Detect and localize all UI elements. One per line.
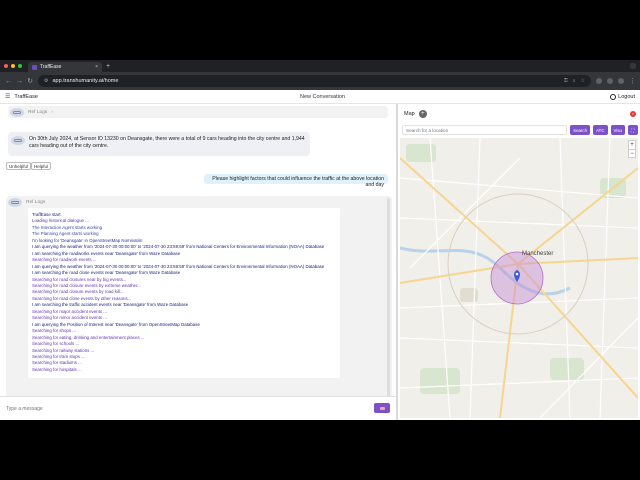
bot-message-text: On 30th July 2024, at Sensor ID 13230 on…	[29, 136, 305, 149]
logout-button[interactable]: Logout	[610, 93, 635, 100]
map-view[interactable]: Manchester + −	[400, 138, 638, 418]
add-layer-icon[interactable]: +	[418, 110, 427, 118]
ref-logs-panel: Ref Logs TraffEase start Loading historic…	[6, 196, 392, 420]
unhelpful-button[interactable]: Unhelpful	[6, 162, 32, 170]
extensions-puzzle-icon[interactable]	[607, 78, 613, 84]
location-search-input[interactable]	[402, 125, 568, 135]
close-window-icon[interactable]	[4, 64, 8, 68]
maximize-window-icon[interactable]	[18, 64, 22, 68]
ref-logs-label: Ref Logs	[26, 200, 46, 205]
menu-icon[interactable]: ☰	[5, 93, 10, 100]
map-title: Map	[404, 111, 415, 117]
bot-avatar-icon	[10, 107, 24, 117]
address-bar-actions: ⚿ ⌕ ☆	[564, 78, 585, 84]
send-button[interactable]	[374, 403, 390, 413]
tab-search-icon[interactable]	[630, 63, 636, 69]
tab-close-icon[interactable]: ×	[95, 64, 98, 70]
logout-icon	[610, 93, 617, 100]
back-icon[interactable]: ←	[5, 78, 12, 85]
ref-logs-header[interactable]: Ref Logs	[8, 198, 45, 207]
map-search-row: Search ATC Visu ⛶	[402, 124, 638, 136]
chevron-right-icon: ›	[51, 109, 53, 115]
map-pane: Map + × Search ATC Visu ⛶	[398, 104, 640, 420]
zoom-out-button[interactable]: −	[629, 149, 635, 157]
fullscreen-icon[interactable]: ⛶	[628, 125, 638, 135]
conversation-title: New Conversation	[300, 93, 345, 100]
search-button[interactable]: Search	[570, 125, 591, 135]
favicon-icon	[32, 64, 37, 70]
log-line: I am querying the weather from '2024-07-…	[32, 244, 325, 250]
app-header: ☰ TraffEase New Conversation Logout	[0, 90, 640, 104]
browser-menu-icon[interactable]: ⋮	[629, 77, 636, 85]
helpful-button[interactable]: Helpful	[31, 162, 52, 170]
user-message: Please highlight factors that could infl…	[204, 174, 388, 188]
map-header: Map +	[404, 110, 427, 118]
forward-icon[interactable]: →	[16, 78, 23, 85]
atc-button[interactable]: ATC	[593, 125, 608, 135]
city-label: Manchester	[522, 251, 553, 257]
message-input[interactable]	[6, 404, 306, 414]
map-zoom-control: + −	[628, 140, 636, 158]
site-info-icon[interactable]: ⚙	[44, 78, 48, 84]
bookmark-star-icon[interactable]: ☆	[581, 78, 585, 84]
bot-avatar-icon	[8, 198, 22, 207]
extension-icon[interactable]	[596, 78, 602, 84]
address-bar[interactable]: ⚙ app.transhumanity.ai/home ⚿ ⌕ ☆	[38, 75, 591, 87]
window-controls	[4, 64, 22, 68]
browser-toolbar: ← → ↻ ⚙ app.transhumanity.ai/home ⚿ ⌕ ☆ …	[0, 72, 640, 90]
ref-logs-label: Ref Logs	[28, 109, 48, 115]
browser-tab[interactable]: TraffEase ×	[28, 62, 102, 72]
chat-scrollbar[interactable]	[387, 198, 390, 398]
logout-label: Logout	[618, 93, 635, 100]
minimize-window-icon[interactable]	[11, 64, 15, 68]
browser-tab-bar: TraffEase × +	[0, 60, 640, 72]
bot-message: On 30th July 2024, at Sensor ID 13230 on…	[8, 132, 310, 156]
close-map-icon[interactable]: ×	[630, 111, 636, 117]
url-text: app.transhumanity.ai/home	[52, 78, 119, 84]
new-tab-icon[interactable]: +	[106, 63, 110, 70]
profile-avatar-icon[interactable]	[618, 78, 624, 84]
message-composer	[0, 396, 396, 420]
reload-icon[interactable]: ↻	[27, 77, 33, 85]
log-line: Searching for hospitals ...	[32, 366, 82, 372]
ref-logs-collapsed[interactable]: Ref Logs ›	[8, 106, 388, 118]
bot-avatar-icon	[11, 136, 25, 145]
map-tiles: Manchester	[400, 138, 638, 418]
key-icon[interactable]: ⚿	[564, 78, 568, 84]
tab-title: TraffEase	[40, 64, 62, 70]
app-screen: TraffEase × + ← → ↻ ⚙ app.transhumanity.…	[0, 60, 640, 420]
visu-button[interactable]: Visu	[610, 125, 625, 135]
zoom-in-button[interactable]: +	[629, 141, 635, 149]
app-brand: TraffEase	[14, 93, 38, 100]
send-icon	[379, 406, 385, 410]
zoom-icon[interactable]: ⌕	[573, 78, 576, 84]
ref-logs-list[interactable]: TraffEase start Loading historical dialog…	[28, 208, 340, 378]
